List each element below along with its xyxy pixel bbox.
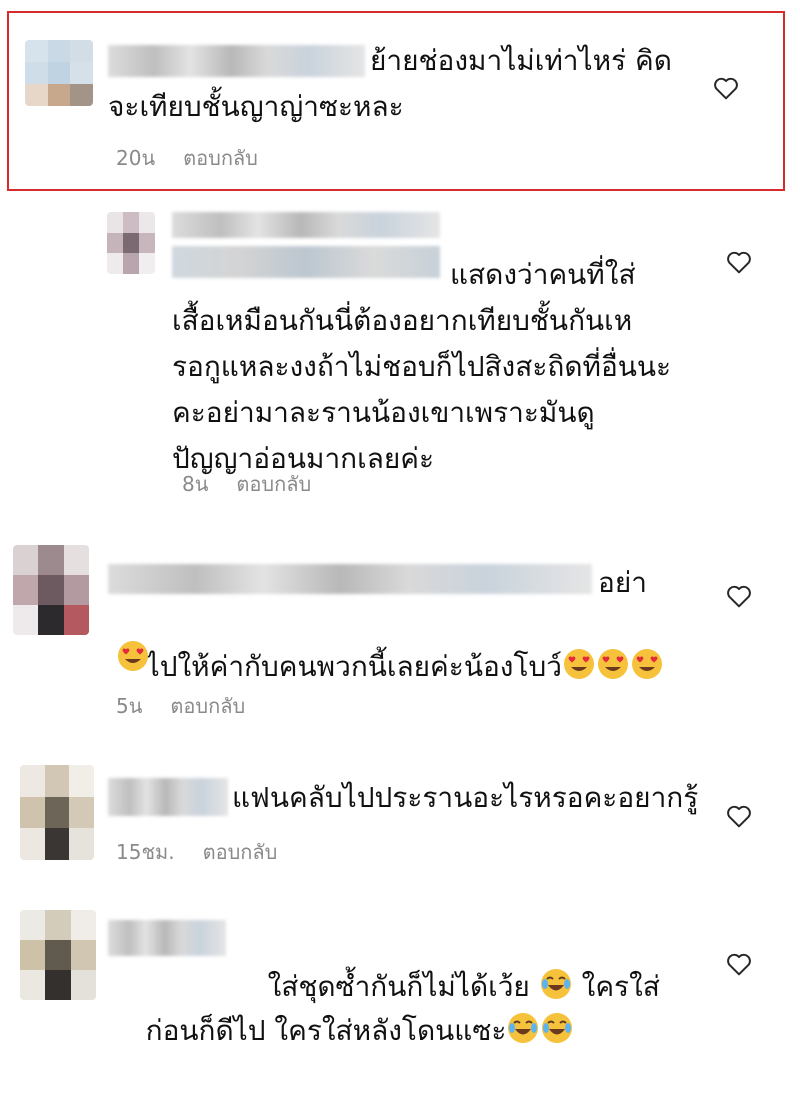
comment-meta: 5น ตอบกลับ — [116, 690, 245, 722]
emoji-line — [116, 640, 150, 672]
comment-time: 20น — [116, 146, 156, 170]
comment-meta: 20น ตอบกลับ — [116, 142, 258, 174]
heart-eyes-emoji — [564, 649, 594, 679]
avatar[interactable] — [107, 212, 155, 274]
heart-outline-icon[interactable] — [726, 952, 752, 976]
heart-outline-icon[interactable] — [726, 804, 752, 828]
reply-button[interactable]: ตอบกลับ — [203, 840, 278, 864]
comment-meta: 8น ตอบกลับ — [182, 468, 311, 500]
avatar[interactable] — [20, 765, 94, 860]
comment-time: 8น — [182, 472, 209, 496]
reply-button[interactable]: ตอบกลับ — [236, 472, 311, 496]
avatar[interactable] — [13, 545, 89, 635]
avatar[interactable] — [20, 910, 96, 1000]
comment-text-line2: ก่อนก็ดีไป ใครใส่หลังโดนแซะ — [110, 962, 730, 1100]
comment-text: แสดงว่าคนที่ใส่ เสื้อเหมือนกันนี่ต้องอยา… — [172, 258, 672, 475]
comment-time: 15ชม. — [116, 840, 175, 864]
comment-text: ก่อนก็ดีไป ใครใส่หลังโดนแซะ — [145, 1014, 507, 1047]
comment-text: ย้ายช่องมาไม่เท่าไหร่ คิด จะเทียบชั้นญาญ… — [108, 44, 672, 123]
blurred-username[interactable] — [108, 920, 226, 956]
heart-outline-icon[interactable] — [713, 76, 739, 100]
reply-button[interactable]: ตอบกลับ — [170, 694, 245, 718]
heart-eyes-emoji — [118, 641, 148, 671]
blurred-username[interactable] — [172, 212, 440, 238]
heart-eyes-emoji — [632, 649, 662, 679]
heart-outline-icon[interactable] — [726, 584, 752, 608]
blurred-username[interactable] — [108, 564, 592, 594]
reply-button[interactable]: ตอบกลับ — [183, 146, 258, 170]
heart-eyes-emoji — [598, 649, 628, 679]
comment-text: แฟนคลับไปประรานอะไรหรอคะอยากรู้ — [232, 781, 699, 814]
comment-time: 5น — [116, 694, 143, 718]
heart-outline-icon[interactable] — [726, 250, 752, 274]
comment-text: ไปให้ค่ากับคนพวกนี้เลยค่ะน้องโบว์ — [145, 650, 562, 683]
comment-meta: 15ชม. ตอบกลับ — [116, 836, 277, 868]
tears-of-joy-emoji — [542, 1013, 573, 1043]
avatar[interactable] — [25, 40, 93, 106]
blurred-username[interactable] — [108, 778, 228, 816]
tears-of-joy-emoji — [508, 1013, 539, 1043]
